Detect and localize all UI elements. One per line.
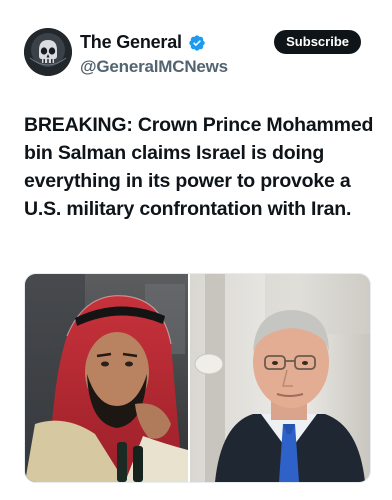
- verified-badge-icon: [189, 34, 205, 51]
- media-image: [25, 274, 370, 482]
- account-handle[interactable]: @GeneralMCNews: [80, 57, 228, 77]
- name-row: The General: [80, 32, 206, 53]
- left-photo: [25, 274, 188, 482]
- subscribe-button[interactable]: Subscribe: [274, 30, 361, 54]
- post-header: The General @GeneralMCNews Subscribe: [24, 28, 370, 80]
- post-text: BREAKING: Crown Prince Mohammed bin Salm…: [24, 114, 374, 220]
- skull-avatar-icon: [24, 28, 72, 76]
- avatar[interactable]: [24, 28, 72, 76]
- display-name[interactable]: The General: [80, 32, 182, 53]
- right-photo: [190, 274, 370, 482]
- post-card: The General @GeneralMCNews Subscribe BRE…: [0, 0, 392, 500]
- post-media[interactable]: [24, 273, 371, 483]
